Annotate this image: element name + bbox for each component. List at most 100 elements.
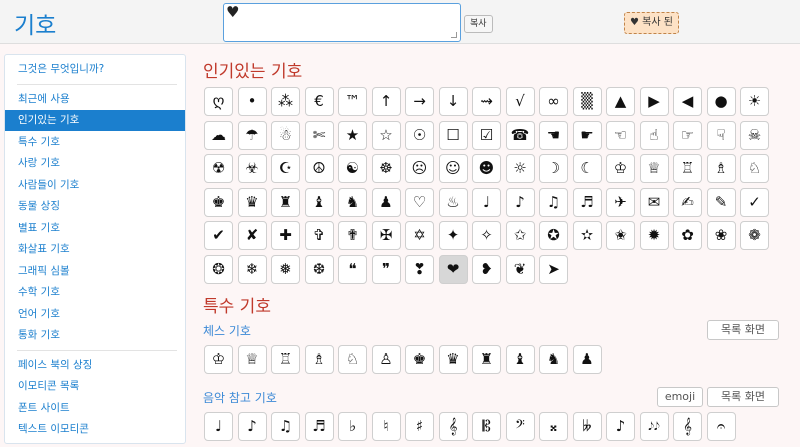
symbol-button[interactable]: ☽ xyxy=(539,154,568,183)
symbol-button[interactable]: ✡ xyxy=(405,221,434,250)
symbol-button[interactable]: ➤ xyxy=(539,254,568,284)
symbol-button[interactable]: ☪ xyxy=(271,154,300,183)
symbol-button[interactable]: ☛ xyxy=(572,120,602,150)
symbol-button[interactable]: ☣ xyxy=(237,154,267,183)
sidebar-item[interactable]: 언어 기호 xyxy=(5,304,185,325)
symbol-button[interactable]: ☀ xyxy=(740,87,769,116)
symbol-button[interactable]: ▶ xyxy=(639,87,669,116)
site-logo[interactable]: 기호 xyxy=(14,6,56,40)
symbol-button[interactable]: ☾ xyxy=(572,154,602,183)
symbol-button[interactable]: ♖ xyxy=(271,345,300,374)
symbol-button[interactable]: ✿ xyxy=(673,221,702,250)
symbol-button[interactable]: ♞ xyxy=(539,345,568,374)
symbol-button[interactable]: 𝄫 xyxy=(572,412,602,441)
symbol-button[interactable]: ◀ xyxy=(673,87,702,116)
symbol-button[interactable]: ☞ xyxy=(673,120,702,150)
symbol-button[interactable]: ☎ xyxy=(505,120,535,150)
symbol-button[interactable]: ♨ xyxy=(438,187,468,217)
sidebar-item[interactable]: 특수 기호 xyxy=(5,132,185,153)
music-emoji-button[interactable]: emoji xyxy=(657,387,703,407)
symbol-button[interactable]: ♫ xyxy=(271,412,300,441)
symbol-button[interactable]: ♬ xyxy=(572,187,602,217)
symbol-button[interactable]: ✠ xyxy=(371,221,401,250)
symbol-button[interactable]: ❂ xyxy=(204,254,233,284)
symbol-button[interactable]: ❤ xyxy=(438,254,468,284)
symbol-button[interactable]: ✫ xyxy=(572,221,602,250)
symbol-button[interactable]: ♚ xyxy=(204,187,233,217)
symbol-button[interactable]: ♛ xyxy=(237,187,267,217)
symbol-button[interactable]: ❞ xyxy=(371,254,401,284)
symbol-button[interactable]: ♟ xyxy=(572,345,602,374)
symbol-button[interactable]: ▲ xyxy=(606,87,635,116)
symbol-button[interactable]: ✘ xyxy=(237,221,267,250)
sidebar-item[interactable]: 페이스 북의 상징 xyxy=(5,355,185,376)
symbol-button[interactable]: ♯ xyxy=(405,412,434,441)
symbol-button[interactable]: ™ xyxy=(338,87,367,116)
symbol-button[interactable]: ☠ xyxy=(740,120,769,150)
music-subtitle[interactable]: 음악 참고 기호 xyxy=(203,389,277,406)
symbol-button[interactable]: ✬ xyxy=(606,221,635,250)
symbol-button[interactable]: ✈ xyxy=(606,187,635,217)
symbol-button[interactable]: ღ xyxy=(204,87,233,116)
sidebar-item[interactable]: 동물 상징 xyxy=(5,196,185,217)
sidebar-item[interactable]: 그것은 무엇입니까? xyxy=(5,59,185,80)
symbol-button[interactable]: ✉ xyxy=(639,187,669,217)
symbol-button[interactable]: ✍ xyxy=(673,187,702,217)
sidebar-item[interactable]: 사람들이 기호 xyxy=(5,175,185,196)
symbol-button[interactable]: ☑ xyxy=(472,120,501,150)
symbol-button[interactable]: ☜ xyxy=(606,120,635,150)
symbol-button[interactable]: ♪ xyxy=(237,412,267,441)
symbol-button[interactable]: ☐ xyxy=(438,120,468,150)
symbol-button[interactable]: ☻ xyxy=(472,154,501,183)
symbol-button[interactable]: ♬ xyxy=(304,412,334,441)
symbol-button[interactable]: ☉ xyxy=(405,120,434,150)
symbol-button[interactable]: ♫ xyxy=(539,187,568,217)
symbol-button[interactable]: ♟ xyxy=(371,187,401,217)
sidebar-item[interactable]: 사랑 기호 xyxy=(5,153,185,174)
symbol-button[interactable]: 𝄡 xyxy=(472,412,501,441)
symbol-button[interactable]: ♕ xyxy=(639,154,669,183)
sidebar-item[interactable]: 텍스트 이모티콘 xyxy=(5,419,185,440)
symbol-button[interactable]: ♗ xyxy=(706,154,736,183)
symbol-button[interactable]: ❣ xyxy=(405,254,434,284)
symbol-button[interactable]: ❁ xyxy=(740,221,769,250)
symbol-button[interactable]: ♜ xyxy=(271,187,300,217)
symbol-button[interactable]: ✩ xyxy=(505,221,535,250)
symbol-button[interactable]: ❦ xyxy=(505,254,535,284)
symbol-button[interactable]: ▒ xyxy=(572,87,602,116)
symbol-button[interactable]: ♪ xyxy=(505,187,535,217)
symbol-button[interactable]: ♩ xyxy=(204,412,233,441)
symbol-button[interactable]: ↓ xyxy=(438,87,468,116)
symbol-button[interactable]: ☆ xyxy=(371,120,401,150)
symbol-button[interactable]: ♗ xyxy=(304,345,334,374)
symbol-button[interactable]: ♞ xyxy=(338,187,367,217)
clipboard-textarea[interactable]: ♥ xyxy=(223,3,461,42)
symbol-button[interactable]: ✪ xyxy=(539,221,568,250)
music-list-view-button[interactable]: 목록 화면 xyxy=(707,387,779,407)
symbol-button[interactable]: ✞ xyxy=(304,221,334,250)
symbol-button[interactable]: ☝ xyxy=(639,120,669,150)
symbol-button[interactable]: ♮ xyxy=(371,412,401,441)
symbol-button[interactable]: ♔ xyxy=(606,154,635,183)
resize-grip-icon[interactable] xyxy=(451,32,457,38)
sidebar-item[interactable]: 이모티콘 목록 xyxy=(5,376,185,397)
symbol-button[interactable]: ☺ xyxy=(438,154,468,183)
sidebar-item[interactable]: 별표 기호 xyxy=(5,218,185,239)
symbol-button[interactable]: ☯ xyxy=(338,154,367,183)
chess-subtitle[interactable]: 체스 기호 xyxy=(203,322,251,339)
symbol-button[interactable]: ♚ xyxy=(405,345,434,374)
symbol-button[interactable]: ♜ xyxy=(472,345,501,374)
symbol-button[interactable]: ☂ xyxy=(237,120,267,150)
symbol-button[interactable]: ↑ xyxy=(371,87,401,116)
symbol-button[interactable]: ★ xyxy=(338,120,367,150)
symbol-button[interactable]: ✹ xyxy=(639,221,669,250)
symbol-button[interactable]: ⇝ xyxy=(472,87,501,116)
symbol-button[interactable]: ❆ xyxy=(304,254,334,284)
symbol-button[interactable]: √ xyxy=(505,87,535,116)
symbol-button[interactable]: ❥ xyxy=(472,254,501,284)
symbol-button[interactable]: ☼ xyxy=(505,154,535,183)
symbol-button[interactable]: ♙ xyxy=(371,345,401,374)
symbol-button[interactable]: ✧ xyxy=(472,221,501,250)
symbol-button[interactable]: ♡ xyxy=(405,187,434,217)
symbol-button[interactable]: ☚ xyxy=(539,120,568,150)
